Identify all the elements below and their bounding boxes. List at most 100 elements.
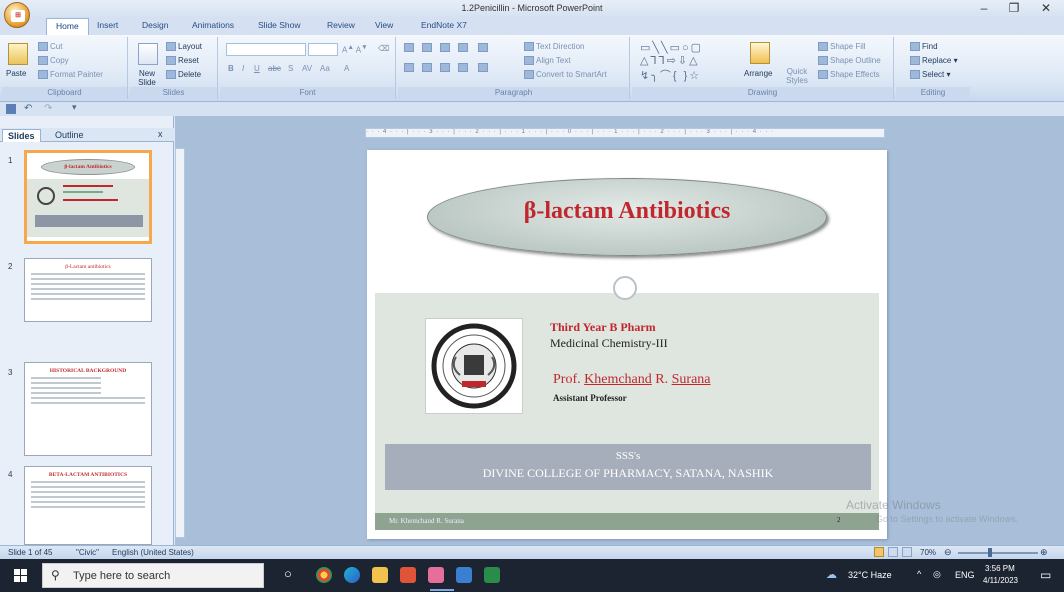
columns-button[interactable]: [478, 63, 490, 73]
powerpoint-icon[interactable]: [400, 567, 416, 583]
weather-text[interactable]: 32°C Haze: [848, 570, 892, 580]
excel-icon[interactable]: [484, 567, 500, 583]
tab-view[interactable]: View: [375, 20, 393, 30]
change-case-button[interactable]: Aa: [320, 64, 330, 73]
tab-outline[interactable]: Outline: [50, 129, 89, 141]
professor-name[interactable]: Prof. Khemchand R. Surana: [553, 372, 711, 388]
office-button[interactable]: ⊞: [4, 2, 30, 28]
subject-text[interactable]: Medicinal Chemistry-III: [550, 336, 668, 351]
tab-insert[interactable]: Insert: [97, 20, 118, 30]
quick-styles-button[interactable]: Quick Styles: [782, 67, 812, 85]
text-direction-button[interactable]: Text Direction: [524, 42, 584, 52]
restore-icon[interactable]: ❐: [1004, 1, 1024, 15]
institution-band[interactable]: SSS's DIVINE COLLEGE OF PHARMACY, SATANA…: [385, 444, 871, 490]
tab-review[interactable]: Review: [327, 20, 355, 30]
slide-title[interactable]: β-lactam Antibiotics: [427, 198, 827, 225]
font-size-select[interactable]: [308, 43, 338, 56]
strikethrough-button[interactable]: abc: [268, 64, 281, 73]
copy-button[interactable]: Copy: [38, 56, 69, 66]
underline-button[interactable]: U: [254, 64, 260, 73]
normal-view-icon[interactable]: [874, 547, 884, 557]
word-icon[interactable]: [456, 567, 472, 583]
slide-thumbnail-1[interactable]: β-lactam Antibiotics: [24, 150, 152, 244]
justify-button[interactable]: [458, 63, 470, 73]
delete-button[interactable]: Delete: [166, 70, 201, 80]
network-icon[interactable]: ◎: [933, 569, 941, 580]
task-view-icon[interactable]: ○: [284, 566, 292, 581]
app-icon[interactable]: [428, 567, 444, 583]
slide-thumbnail-4[interactable]: BETA-LACTAM ANTIBIOTICS: [24, 466, 152, 545]
save-icon[interactable]: [6, 104, 16, 114]
undo-icon[interactable]: ↶: [24, 103, 32, 114]
shape-effects-button[interactable]: Shape Effects: [818, 70, 880, 80]
font-family-select[interactable]: [226, 43, 306, 56]
tray-chevron-icon[interactable]: ^: [917, 569, 921, 579]
close-panel-icon[interactable]: x: [158, 129, 163, 139]
minimize-icon[interactable]: –: [974, 1, 994, 15]
clear-format-icon[interactable]: ⌫: [378, 44, 389, 53]
format-painter-button[interactable]: Format Painter: [38, 70, 103, 80]
tab-slides[interactable]: Slides: [2, 129, 41, 142]
clock-time[interactable]: 3:56 PM: [985, 564, 1015, 573]
zoom-slider[interactable]: [958, 552, 1038, 554]
align-right-button[interactable]: [440, 63, 452, 73]
close-icon[interactable]: ✕: [1036, 1, 1056, 15]
new-slide-button[interactable]: New Slide: [132, 69, 162, 87]
notifications-icon[interactable]: ▭: [1040, 568, 1051, 582]
course-text[interactable]: Third Year B Pharm: [550, 320, 656, 335]
designation-text[interactable]: Assistant Professor: [553, 393, 627, 403]
layout-button[interactable]: Layout: [166, 42, 202, 52]
slideshow-view-icon[interactable]: [902, 547, 912, 557]
footer-page-number[interactable]: 2: [837, 516, 841, 524]
align-left-button[interactable]: [404, 63, 416, 73]
tab-slide-show[interactable]: Slide Show: [258, 20, 301, 30]
windows-start-icon[interactable]: [14, 569, 27, 582]
line-spacing-button[interactable]: [478, 43, 490, 53]
slide-canvas[interactable]: β-lactam Antibiotics Third Year B Pharm …: [367, 150, 887, 539]
input-language[interactable]: ENG: [955, 570, 975, 580]
footer-name[interactable]: Mr. Khemchand R. Surana: [389, 517, 464, 525]
clock-date[interactable]: 4/11/2023: [983, 576, 1018, 585]
file-explorer-icon[interactable]: [372, 567, 388, 583]
chrome-icon[interactable]: [316, 567, 332, 583]
increase-indent-button[interactable]: [458, 43, 470, 53]
zoom-slider-thumb[interactable]: [988, 548, 992, 557]
zoom-out-icon[interactable]: ⊖: [944, 547, 952, 558]
zoom-in-icon[interactable]: ⊕: [1040, 547, 1048, 558]
tab-animations[interactable]: Animations: [192, 20, 234, 30]
cut-button[interactable]: Cut: [38, 42, 62, 52]
shape-fill-button[interactable]: Shape Fill: [818, 42, 866, 52]
paste-button[interactable]: Paste: [6, 69, 26, 78]
bold-button[interactable]: B: [228, 64, 234, 73]
char-spacing-button[interactable]: AV: [302, 64, 312, 73]
tab-design[interactable]: Design: [142, 20, 168, 30]
tab-home[interactable]: Home: [46, 18, 89, 35]
grow-font-button[interactable]: A▲ A▼: [342, 44, 368, 55]
find-button[interactable]: Find: [910, 42, 938, 52]
qat-customize-icon[interactable]: ▾: [72, 102, 77, 113]
tab-endnote[interactable]: EndNote X7: [421, 20, 467, 30]
redo-icon[interactable]: ↷: [44, 103, 52, 114]
align-text-button[interactable]: Align Text: [524, 56, 571, 66]
zoom-level[interactable]: 70%: [920, 548, 936, 557]
decrease-indent-button[interactable]: [440, 43, 452, 53]
edge-icon[interactable]: [344, 567, 360, 583]
slide-thumbnail-3[interactable]: HISTORICAL BACKGROUND: [24, 362, 152, 456]
font-color-button[interactable]: A: [344, 64, 349, 73]
select-button[interactable]: Select ▾: [910, 70, 950, 80]
language-indicator[interactable]: English (United States): [112, 548, 194, 557]
replace-button[interactable]: Replace ▾: [910, 56, 958, 66]
bullets-button[interactable]: [404, 43, 416, 53]
shadow-button[interactable]: S: [288, 64, 293, 73]
sorter-view-icon[interactable]: [888, 547, 898, 557]
numbering-button[interactable]: [422, 43, 434, 53]
align-center-button[interactable]: [422, 63, 434, 73]
italic-button[interactable]: I: [242, 64, 244, 73]
weather-icon[interactable]: ☁: [826, 568, 837, 581]
shape-outline-button[interactable]: Shape Outline: [818, 56, 881, 66]
arrange-button[interactable]: Arrange: [744, 69, 772, 78]
shapes-gallery[interactable]: ▭╲╲▭○▢ △⅂⅂⇨⇩△ ↯╮⌒{ }☆: [640, 41, 703, 83]
convert-smartart-button[interactable]: Convert to SmartArt: [524, 70, 607, 80]
reset-button[interactable]: Reset: [166, 56, 199, 66]
taskbar-search[interactable]: ⚲ Type here to search: [42, 563, 264, 588]
